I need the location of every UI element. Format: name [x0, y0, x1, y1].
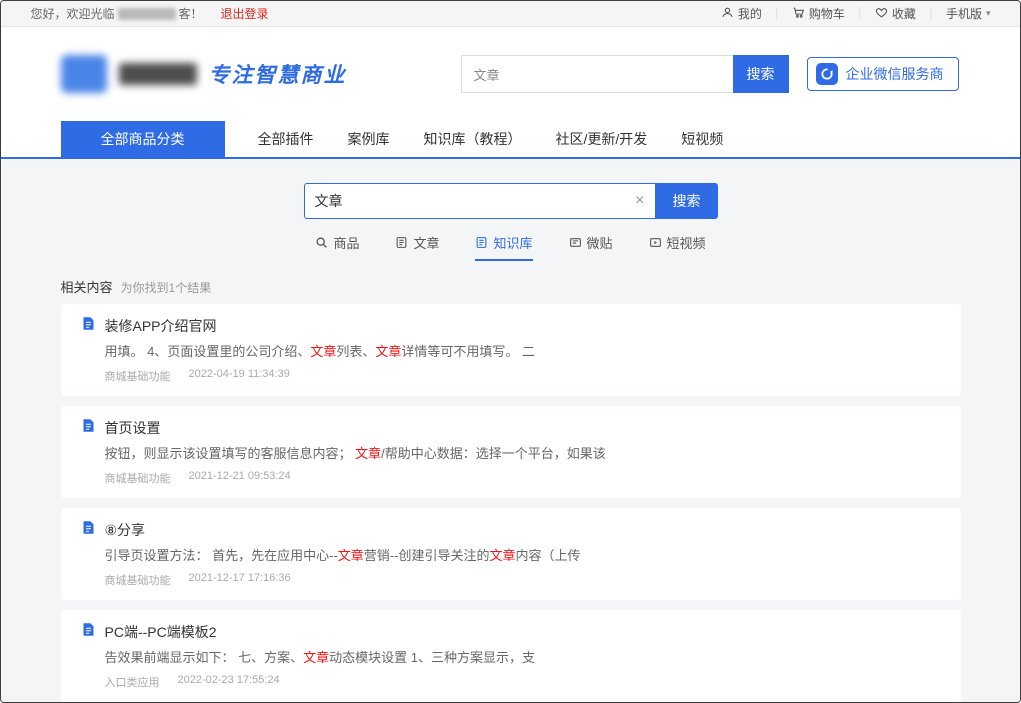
wechat-icon — [816, 63, 838, 85]
document-icon — [395, 236, 408, 249]
logout-link[interactable]: 退出登录 — [221, 5, 269, 22]
greeting-suffix: 客！ — [179, 5, 203, 22]
my-account-link[interactable]: 我的 — [721, 5, 762, 22]
greeting: 您好，欢迎光临 客！ 退出登录 — [31, 5, 269, 22]
result-category: 商城基础功能 — [105, 368, 171, 384]
post-icon — [569, 236, 582, 249]
topbar: 您好，欢迎光临 客！ 退出登录 我的 ｜ 购物车 ｜ 收藏 — [1, 1, 1020, 27]
result-count: 为你找到1个结果 — [121, 279, 212, 296]
mobile-version-link[interactable]: 手机版 ▾ — [946, 5, 991, 22]
tab-goods[interactable]: 商品 — [315, 233, 359, 261]
nav-item-short-video[interactable]: 短视频 — [664, 121, 740, 157]
result-card: 装修APP介绍官网 用填。 4、页面设置里的公司介绍、文章列表、文章详情等可不用… — [61, 304, 961, 396]
result-title[interactable]: PC端--PC端模板2 — [105, 622, 217, 642]
enterprise-wechat-button[interactable]: 企业微信服务商 — [807, 57, 959, 91]
user-icon — [721, 6, 734, 22]
search-tabs: 商品 文章 知识库 微贴 短视频 — [1, 233, 1020, 261]
result-time: 2021-12-17 17:16:36 — [189, 572, 291, 588]
result-category: 入口类应用 — [105, 674, 160, 690]
blurred-shop-name — [118, 8, 176, 20]
header-search-button[interactable]: 搜索 — [733, 55, 789, 93]
search-panel: × 搜索 — [1, 159, 1020, 219]
clear-icon[interactable]: × — [625, 192, 654, 210]
result-title[interactable]: ⑧分享 — [105, 520, 146, 540]
header: 专注智慧商业 搜索 企业微信服务商 — [1, 27, 1020, 121]
cart-link[interactable]: 购物车 — [792, 5, 845, 22]
result-card: PC端--PC端模板2 告效果前端显示如下： 七、方案、文章动态模块设置 1、三… — [61, 610, 961, 702]
result-time: 2022-02-23 17:55:24 — [178, 674, 280, 690]
result-card: ⑧分享 引导页设置方法： 首先，先在应用中心--文章营销--创建引导关注的文章内… — [61, 508, 961, 600]
result-description: 告效果前端显示如下： 七、方案、文章动态模块设置 1、三种方案显示，支 — [105, 649, 941, 667]
nav-item-case-library[interactable]: 案例库 — [331, 121, 407, 157]
result-title[interactable]: 装修APP介绍官网 — [105, 316, 217, 336]
separator: ｜ — [771, 5, 783, 22]
slogan-text: 专注智慧商业 — [209, 59, 347, 89]
separator: ｜ — [854, 5, 866, 22]
cart-icon — [792, 6, 805, 22]
result-title[interactable]: 首页设置 — [105, 418, 161, 438]
nav-item-all-plugins[interactable]: 全部插件 — [241, 121, 331, 157]
result-time: 2021-12-21 09:53:24 — [189, 470, 291, 486]
header-search-input[interactable] — [461, 55, 733, 93]
result-card: 首页设置 按钮，则显示该设置填写的客服信息内容； 文章/帮助中心数据：选择一个平… — [61, 406, 961, 498]
greeting-prefix: 您好，欢迎光临 — [31, 5, 115, 22]
result-category: 商城基础功能 — [105, 572, 171, 588]
page: 您好，欢迎光临 客！ 退出登录 我的 ｜ 购物车 ｜ 收藏 — [0, 0, 1021, 703]
tab-knowledge-base[interactable]: 知识库 — [475, 233, 532, 261]
tab-micro-posts[interactable]: 微贴 — [569, 233, 613, 261]
blurred-logo-icon — [61, 55, 107, 93]
document-icon — [81, 520, 96, 540]
separator: ｜ — [925, 5, 937, 22]
document-icon — [475, 236, 488, 249]
chevron-down-icon: ▾ — [986, 8, 991, 19]
video-icon — [649, 236, 662, 249]
search-input[interactable] — [305, 193, 626, 209]
content-area: × 搜索 商品 文章 知识库 微贴 短视频 — [1, 159, 1020, 703]
main-nav: 全部商品分类 全部插件 案例库 知识库（教程） 社区/更新/开发 短视频 — [1, 121, 1020, 159]
favorites-link[interactable]: 收藏 — [875, 5, 916, 22]
result-category: 商城基础功能 — [105, 470, 171, 486]
heart-icon — [875, 6, 888, 22]
result-description: 用填。 4、页面设置里的公司介绍、文章列表、文章详情等可不用填写。 二 — [105, 343, 941, 361]
document-icon — [81, 622, 96, 642]
result-description: 按钮，则显示该设置填写的客服信息内容； 文章/帮助中心数据：选择一个平台，如果该 — [105, 445, 941, 463]
search-button[interactable]: 搜索 — [656, 183, 718, 219]
nav-item-knowledge-base[interactable]: 知识库（教程） — [407, 121, 539, 157]
tab-articles[interactable]: 文章 — [395, 233, 439, 261]
header-search: 搜索 — [461, 55, 789, 93]
blurred-logo-text — [119, 63, 197, 85]
logo[interactable]: 专注智慧商业 — [61, 55, 413, 93]
tab-short-videos[interactable]: 短视频 — [649, 233, 706, 261]
result-description: 引导页设置方法： 首先，先在应用中心--文章营销--创建引导关注的文章内容（上传 — [105, 547, 941, 565]
nav-item-community[interactable]: 社区/更新/开发 — [539, 121, 665, 157]
nav-item-all-categories[interactable]: 全部商品分类 — [61, 121, 225, 157]
document-icon — [81, 316, 96, 336]
result-label: 相关内容 — [61, 277, 113, 296]
search-icon — [315, 236, 328, 249]
document-icon — [81, 418, 96, 438]
result-time: 2022-04-19 11:34:39 — [189, 368, 290, 384]
